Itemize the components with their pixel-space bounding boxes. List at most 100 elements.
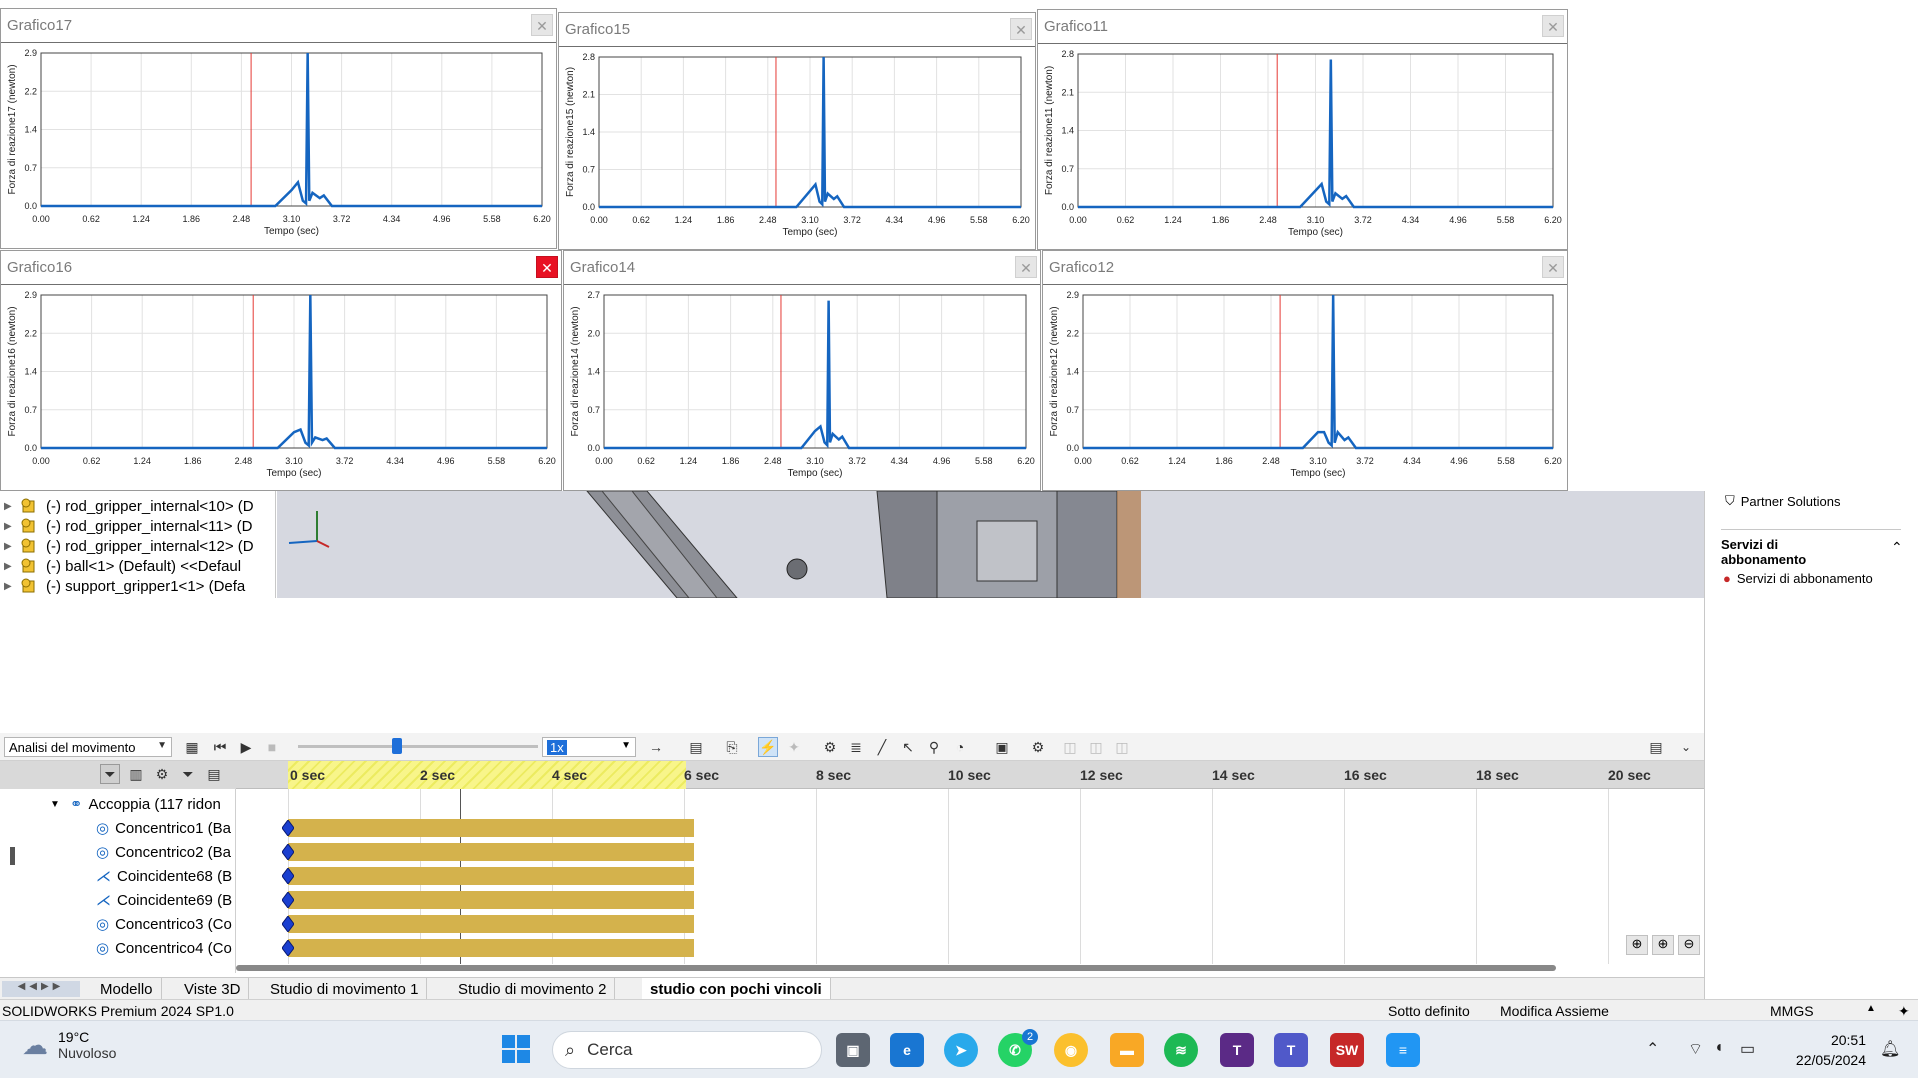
tab-scroll-buttons[interactable]: ◀◀▶▶ <box>2 981 80 997</box>
wifi-icon[interactable]: ⌔ <box>1688 1039 1703 1059</box>
chevron-right-icon[interactable]: ▶ <box>4 581 20 592</box>
battery-icon[interactable]: ▭ <box>1740 1039 1755 1059</box>
chart-titlebar[interactable]: Grafico14 ✕ <box>564 251 1040 285</box>
filter-results-icon[interactable]: ▤ <box>204 764 224 784</box>
playback-mode-icon[interactable]: → <box>646 737 666 757</box>
panel-layout-icon[interactable]: ▤ <box>1646 737 1666 757</box>
key-point-icon[interactable] <box>282 868 294 884</box>
close-icon[interactable]: ✕ <box>1542 256 1564 278</box>
chevron-right-icon[interactable]: ▶ <box>4 521 20 532</box>
spotify-icon[interactable]: ≋ <box>1164 1033 1198 1067</box>
tab-viste-3d[interactable]: Viste 3D <box>176 978 250 1000</box>
timeline-row[interactable]: ◎ Concentrico3 (Co <box>96 912 234 936</box>
filter-driving-icon[interactable]: ⚙ <box>152 764 172 784</box>
zoom-in-icon[interactable]: ⊕ <box>1626 935 1648 955</box>
chart-titlebar[interactable]: Grafico15 ✕ <box>559 13 1035 47</box>
close-icon[interactable]: ✕ <box>536 256 558 278</box>
expand-icon[interactable]: ◫ <box>1086 737 1106 757</box>
subscription-link[interactable]: ● Servizi di abbonamento <box>1723 571 1873 586</box>
tree-scroll-handle[interactable] <box>10 847 15 865</box>
timeline-grid[interactable]: 0 sec 2 sec 4 sec 6 sec 8 sec 10 sec 12 … <box>236 761 1704 973</box>
chrome-icon[interactable]: ◉ <box>1054 1033 1088 1067</box>
weather-widget[interactable]: ☁ 19°C Nuvoloso <box>22 1029 116 1061</box>
close-icon[interactable]: ✕ <box>531 14 553 36</box>
chevron-up-icon[interactable]: ⌃ <box>1646 1039 1659 1059</box>
horizontal-scrollbar[interactable] <box>236 965 1556 971</box>
chart-window-grafico17[interactable]: Grafico17 ✕ 0.00 0.62 1.24 1.86 2.48 3.10 3.72… <box>0 8 557 249</box>
timeline-row[interactable]: ◎ Concentrico4 (Co <box>96 936 234 960</box>
close-icon[interactable]: ✕ <box>1542 15 1564 37</box>
force-icon[interactable]: ↖ <box>898 737 918 757</box>
chart-window-grafico11[interactable]: Grafico11 ✕ 0.00 0.62 1.24 1.86 2.48 3.10 3.72… <box>1037 9 1568 250</box>
chevron-right-icon[interactable]: ▶ <box>4 501 20 512</box>
calculate-icon[interactable]: ▦ <box>182 737 202 757</box>
timeline-ruler[interactable]: 0 sec 2 sec 4 sec 6 sec 8 sec 10 sec 12 … <box>236 761 1704 789</box>
partner-solutions-link[interactable]: ⛉ Partner Solutions <box>1725 493 1841 509</box>
zoom-out-icon[interactable]: ⊖ <box>1678 935 1700 955</box>
graphics-viewport[interactable] <box>277 491 1704 598</box>
motor-icon[interactable]: ⚙ <box>820 737 840 757</box>
timeline-row[interactable]: ◎ Concentrico2 (Ba <box>96 840 234 864</box>
add-key-icon[interactable]: ✦ <box>784 737 804 757</box>
stop-icon[interactable]: ■ <box>262 737 282 757</box>
clock[interactable]: 20:51 22/05/2024 <box>1796 1030 1866 1070</box>
windows-start-icon[interactable] <box>502 1035 530 1063</box>
save-animation-icon[interactable]: ▤ <box>686 737 706 757</box>
chart-titlebar[interactable]: Grafico12 ✕ <box>1043 251 1567 285</box>
chevron-down-icon[interactable]: ▼ <box>50 799 60 810</box>
close-icon[interactable]: ✕ <box>1015 256 1037 278</box>
tab-studio-1[interactable]: Studio di movimento 1 <box>262 978 428 1000</box>
spring-icon[interactable]: ≣ <box>846 737 866 757</box>
slider-thumb[interactable] <box>392 738 402 754</box>
tab-modello[interactable]: Modello <box>92 978 162 1000</box>
contact-icon[interactable]: ⚲ <box>924 737 944 757</box>
chevron-right-icon[interactable]: ▶ <box>4 541 20 552</box>
tex-icon[interactable]: T <box>1220 1033 1254 1067</box>
animation-wizard-icon[interactable]: ⎘ <box>722 737 742 757</box>
key-point-icon[interactable] <box>282 844 294 860</box>
timeline-row[interactable]: ⋌ Coincidente68 (B <box>96 864 234 888</box>
solidworks-icon[interactable]: SW <box>1330 1033 1364 1067</box>
chevron-down-icon[interactable]: ⌄ <box>1676 737 1696 757</box>
telegram-icon[interactable]: ➤ <box>944 1033 978 1067</box>
notifications-icon[interactable]: 🔔︎ <box>1880 1039 1900 1059</box>
speed-select[interactable]: 1x ▼ <box>542 737 636 757</box>
tab-studio-2[interactable]: Studio di movimento 2 <box>450 978 616 1000</box>
key-point-icon[interactable] <box>282 820 294 836</box>
edge-icon[interactable]: e <box>890 1033 924 1067</box>
teams-icon[interactable]: T <box>1274 1033 1308 1067</box>
timeline-row[interactable]: ◎ Concentrico1 (Ba <box>96 816 234 840</box>
chart-window-grafico12[interactable]: Grafico12 ✕ 0.00 0.62 1.24 1.86 2.48 3.10 3.72… <box>1042 250 1568 491</box>
tree-item[interactable]: ▶ (-) support_gripper1<1> (Defa <box>4 574 245 598</box>
help-icon[interactable]: ✦ <box>1898 1003 1910 1020</box>
timeline-row[interactable]: ⋌ Coincidente69 (B <box>96 888 234 912</box>
timeline-bar[interactable] <box>288 843 694 861</box>
chart-titlebar[interactable]: Grafico17 ✕ <box>1 9 556 43</box>
autokey-icon[interactable]: ⚡ <box>758 737 778 757</box>
volume-icon[interactable]: ◖ <box>1714 1039 1724 1057</box>
timeline-bar[interactable] <box>288 867 694 885</box>
play-icon[interactable]: ▶ <box>236 737 256 757</box>
filter-animated-icon[interactable]: ▥ <box>126 764 146 784</box>
options-icon[interactable]: ◫ <box>1112 737 1132 757</box>
timeline-bar[interactable] <box>288 819 694 837</box>
timeline-bar[interactable] <box>288 939 694 957</box>
units-selector[interactable]: MMGS <box>1770 1003 1814 1019</box>
chevron-right-icon[interactable]: ▶ <box>4 561 20 572</box>
play-from-start-icon[interactable]: ⏮ <box>210 737 230 757</box>
key-point-icon[interactable] <box>282 892 294 908</box>
key-point-icon[interactable] <box>282 940 294 956</box>
notepad-icon[interactable]: ≡ <box>1386 1033 1420 1067</box>
chart-window-grafico16[interactable]: Grafico16 ✕ 0.00 0.62 1.24 1.86 2.48 3.10 3.72… <box>0 250 562 491</box>
chart-window-grafico15[interactable]: Grafico15 ✕ 0.00 0.62 1.24 1.86 2.48 3.10 3.72… <box>558 12 1036 250</box>
search-box[interactable]: ⌕ Cerca <box>552 1031 822 1069</box>
chart-titlebar[interactable]: Grafico16 ✕ <box>1 251 561 285</box>
results-plots-icon[interactable]: ▣ <box>992 737 1012 757</box>
filter-selected-icon[interactable]: ⏷ <box>178 764 198 784</box>
chart-window-grafico14[interactable]: Grafico14 ✕ 0.00 0.62 1.24 1.86 2.48 3.10 3.72… <box>563 250 1041 491</box>
chevron-up-icon[interactable]: ⌃ <box>1891 539 1903 556</box>
gravity-icon[interactable]: ◔ <box>950 737 970 757</box>
tab-studio-pochi-vincoli[interactable]: studio con pochi vincoli <box>642 978 831 1000</box>
filter-icon[interactable]: ⏷ <box>100 764 120 784</box>
chevron-up-icon[interactable]: ▲ <box>1866 1003 1876 1014</box>
